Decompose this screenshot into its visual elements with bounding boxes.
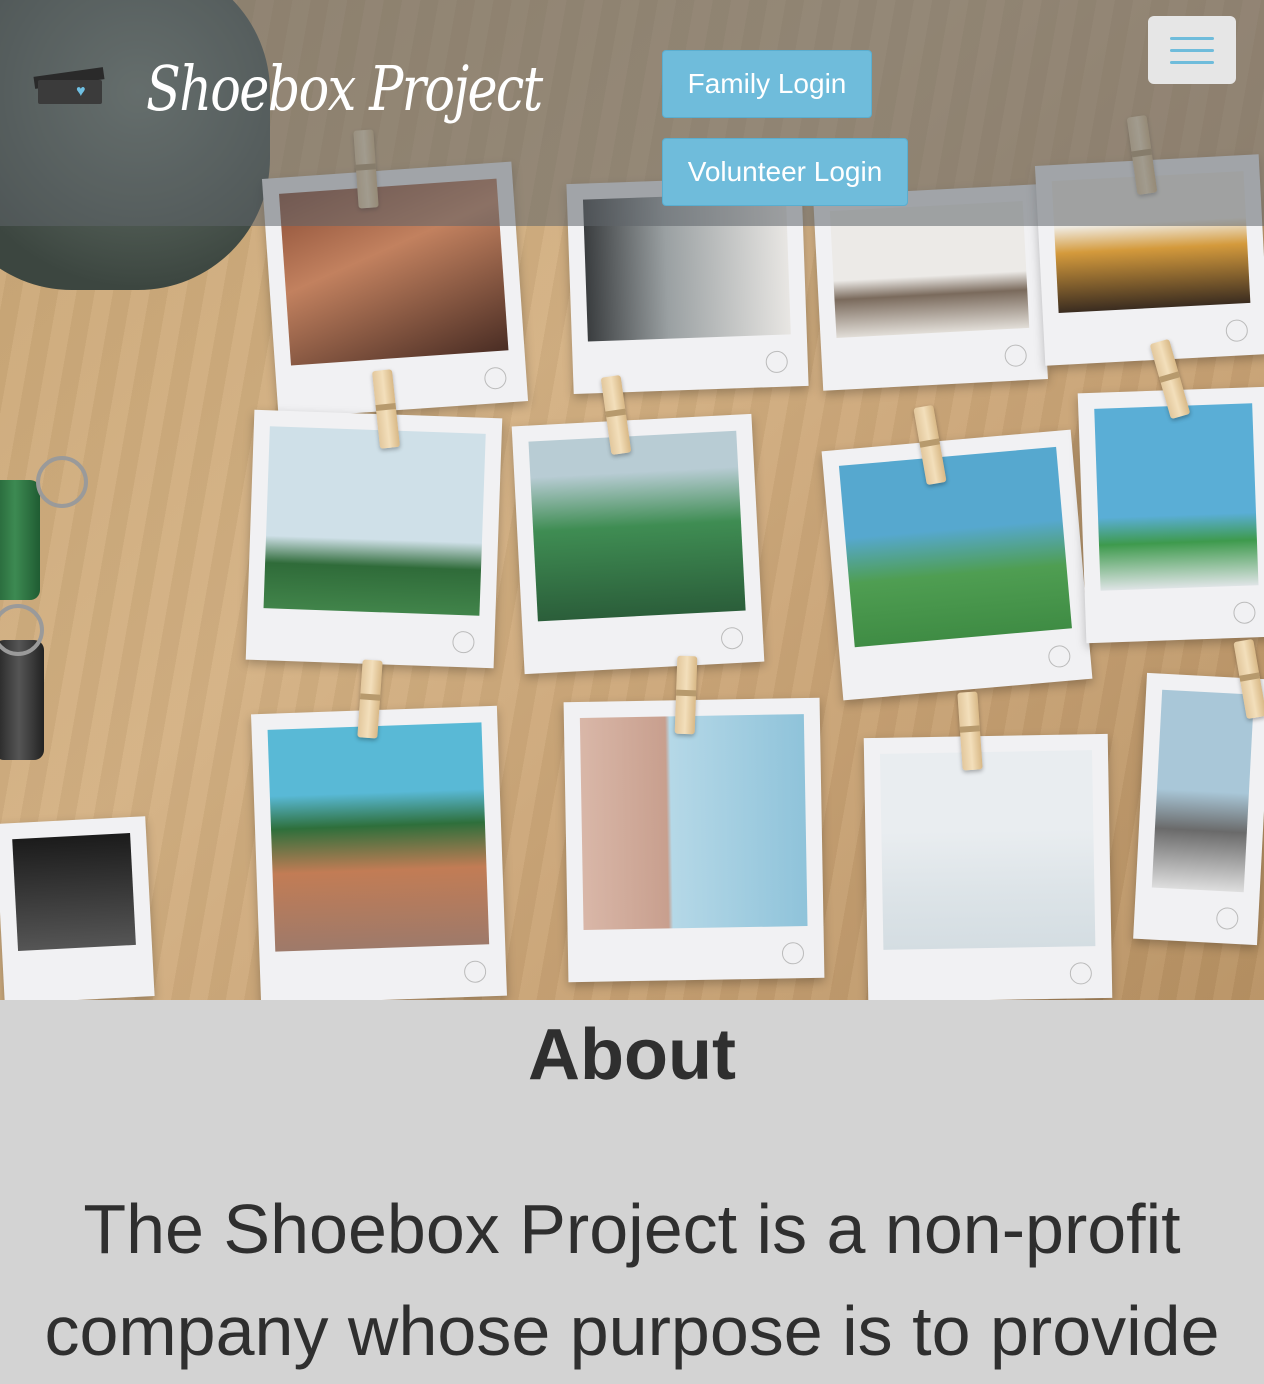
polaroid-photo <box>1133 672 1264 946</box>
polaroid-photo <box>821 429 1093 701</box>
keyring <box>36 456 88 508</box>
polaroid-photo <box>0 816 155 1000</box>
shoebox-logo-icon: ♥ <box>33 67 110 106</box>
hamburger-icon <box>1170 60 1214 64</box>
logo-text: Shoebox Project <box>146 51 543 125</box>
polaroid-photo <box>251 705 507 1000</box>
family-login-button[interactable]: Family Login <box>662 50 872 118</box>
volunteer-login-button[interactable]: Volunteer Login <box>662 138 908 206</box>
polaroid-photo <box>511 413 765 675</box>
polaroid-photo <box>1077 386 1264 644</box>
hamburger-icon <box>1170 36 1214 40</box>
hamburger-icon <box>1170 48 1214 52</box>
film-canister <box>0 640 44 760</box>
menu-toggle-button[interactable] <box>1148 16 1236 84</box>
site-header: ♥ Shoebox Project Family Login Volunteer… <box>0 0 1264 226</box>
clothespin <box>674 655 698 735</box>
about-text: The Shoebox Project is a non-profit comp… <box>44 1190 1220 1370</box>
about-title: About <box>528 1015 736 1095</box>
polaroid-photo <box>863 733 1113 1000</box>
polaroid-photo <box>245 409 503 669</box>
site-logo[interactable]: ♥ Shoebox Project <box>33 38 628 138</box>
about-section: About The Shoebox Project is a non-profi… <box>0 1000 1264 1384</box>
polaroid-photo <box>563 697 825 983</box>
film-canister <box>0 480 40 600</box>
